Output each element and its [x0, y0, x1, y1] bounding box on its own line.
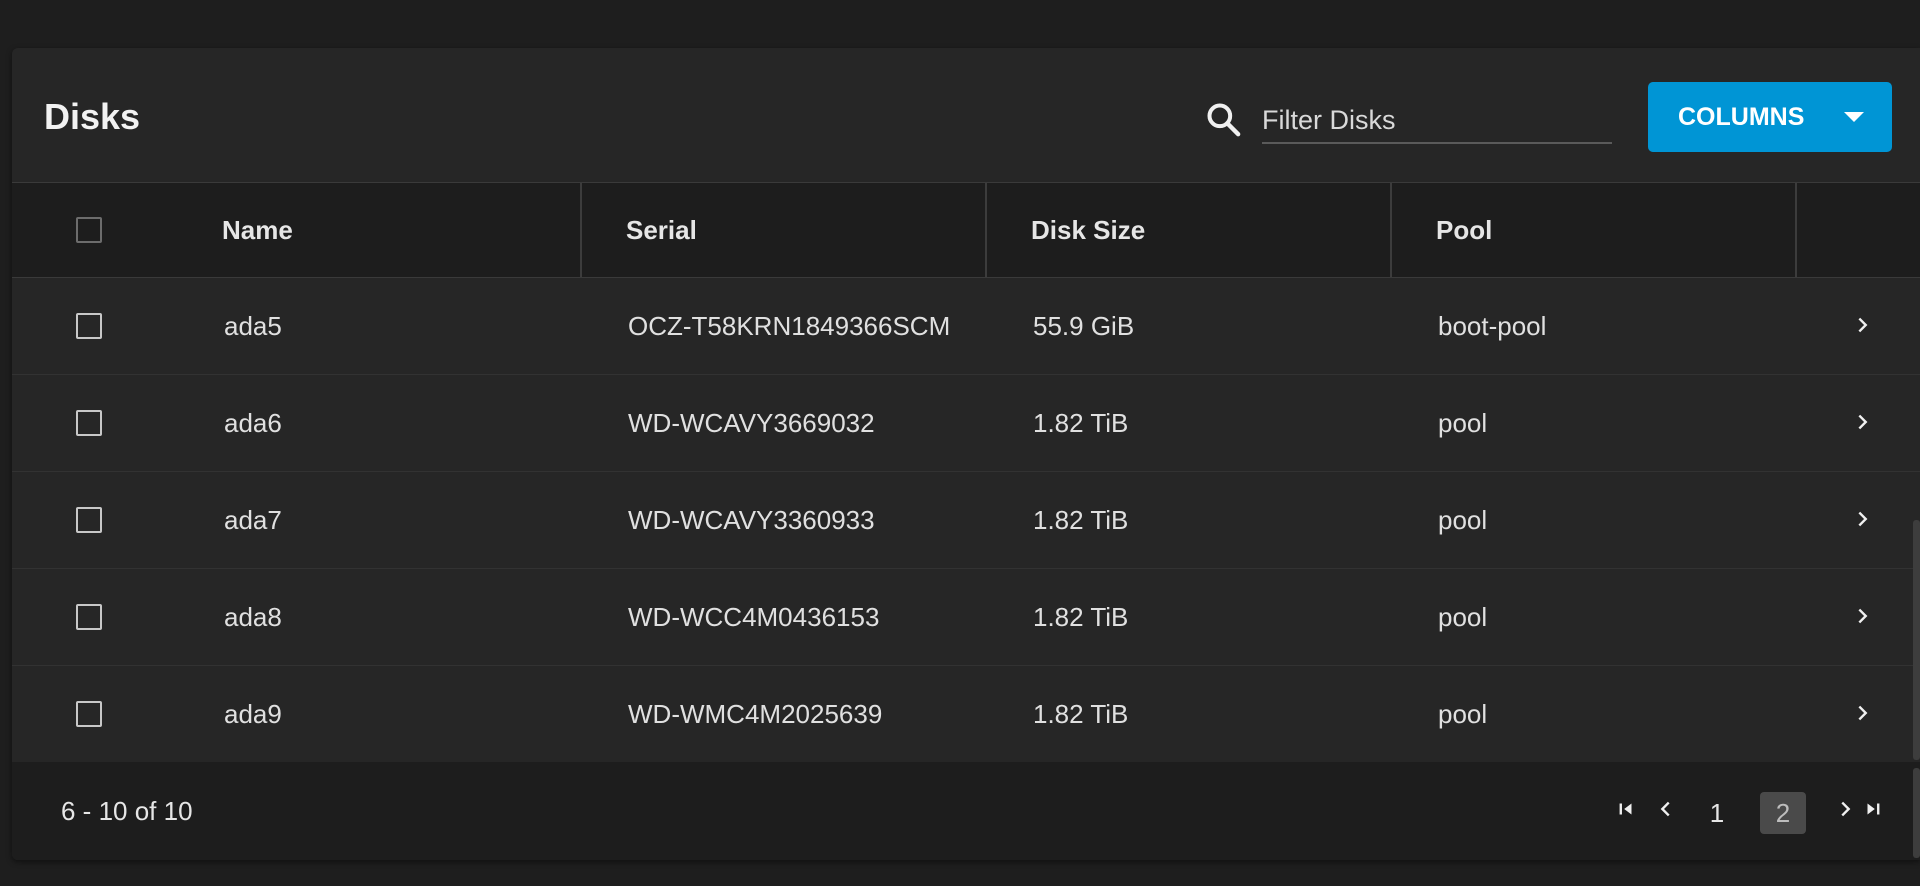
cell-disk-size: 55.9 GiB: [1033, 311, 1135, 341]
page-1-button[interactable]: 1: [1694, 792, 1740, 834]
cell-pool: boot-pool: [1438, 311, 1547, 341]
chevron-right-icon[interactable]: [1852, 314, 1874, 336]
chevron-left-icon[interactable]: [1655, 798, 1677, 820]
chevron-right-icon[interactable]: [1834, 798, 1856, 820]
row-checkbox[interactable]: [76, 507, 102, 533]
card-header: Disks Filter Disks COLUMNS: [12, 48, 1920, 182]
chevron-right-icon[interactable]: [1852, 702, 1874, 724]
row-checkbox[interactable]: [76, 604, 102, 630]
cell-pool: pool: [1438, 408, 1488, 438]
cell-pool: pool: [1438, 505, 1488, 535]
table-row[interactable]: ada8 WD-WCC4M0436153 1.82 TiB pool: [12, 569, 1920, 666]
select-all-checkbox[interactable]: [76, 217, 102, 243]
columns-button[interactable]: COLUMNS: [1648, 82, 1892, 152]
column-divider[interactable]: [985, 183, 987, 277]
first-page-icon[interactable]: [1615, 798, 1637, 820]
cell-name: ada8: [224, 602, 282, 632]
cell-disk-size: 1.82 TiB: [1033, 505, 1129, 535]
chevron-right-icon[interactable]: [1852, 508, 1874, 530]
page-scrollbar[interactable]: [1913, 768, 1920, 858]
chevron-right-icon[interactable]: [1852, 605, 1874, 627]
cell-serial: WD-WCAVY3669032: [628, 408, 875, 438]
table-row[interactable]: ada7 WD-WCAVY3360933 1.82 TiB pool: [12, 472, 1920, 569]
chevron-right-icon[interactable]: [1852, 411, 1874, 433]
table-row[interactable]: ada9 WD-WMC4M2025639 1.82 TiB pool: [12, 666, 1920, 763]
columns-button-label: COLUMNS: [1678, 103, 1805, 131]
column-header-disk-size[interactable]: Disk Size: [1031, 183, 1145, 277]
cell-name: ada6: [224, 408, 282, 438]
row-checkbox[interactable]: [76, 410, 102, 436]
cell-serial: WD-WCAVY3360933: [628, 505, 875, 535]
cell-name: ada7: [224, 505, 282, 535]
disks-card: Disks Filter Disks COLUMNS Name Serial D…: [12, 48, 1920, 860]
last-page-icon[interactable]: [1862, 798, 1884, 820]
table-row[interactable]: ada6 WD-WCAVY3669032 1.82 TiB pool: [12, 375, 1920, 472]
cell-serial: WD-WCC4M0436153: [628, 602, 880, 632]
column-header-serial[interactable]: Serial: [626, 183, 697, 277]
caret-down-icon: [1844, 112, 1864, 122]
table-row[interactable]: ada5 OCZ-T58KRN1849366SCM 55.9 GiB boot-…: [12, 278, 1920, 375]
table-footer: 6 - 10 of 10 1 2: [12, 762, 1920, 860]
page-2-button[interactable]: 2: [1760, 792, 1806, 834]
cell-name: ada9: [224, 699, 282, 729]
range-label: 6 - 10 of 10: [61, 796, 193, 826]
disks-table: Name Serial Disk Size Pool ada5 OCZ-T58K…: [12, 182, 1920, 763]
cell-name: ada5: [224, 311, 282, 341]
cell-pool: pool: [1438, 602, 1488, 632]
cell-disk-size: 1.82 TiB: [1033, 699, 1129, 729]
column-header-name[interactable]: Name: [222, 183, 293, 277]
table-header: Name Serial Disk Size Pool: [12, 182, 1920, 278]
row-checkbox[interactable]: [76, 313, 102, 339]
row-checkbox[interactable]: [76, 701, 102, 727]
cell-disk-size: 1.82 TiB: [1033, 602, 1129, 632]
column-divider[interactable]: [1795, 183, 1797, 277]
cell-pool: pool: [1438, 699, 1488, 729]
search-icon[interactable]: [1204, 100, 1244, 140]
cell-serial: WD-WMC4M2025639: [628, 699, 883, 729]
cell-serial: OCZ-T58KRN1849366SCM: [628, 311, 951, 341]
column-divider[interactable]: [1390, 183, 1392, 277]
cell-disk-size: 1.82 TiB: [1033, 408, 1129, 438]
column-header-pool[interactable]: Pool: [1436, 183, 1492, 277]
table-scrollbar[interactable]: [1913, 520, 1920, 760]
page-title: Disks: [44, 96, 141, 137]
column-divider[interactable]: [580, 183, 582, 277]
filter-disks-input[interactable]: Filter Disks: [1262, 98, 1612, 144]
